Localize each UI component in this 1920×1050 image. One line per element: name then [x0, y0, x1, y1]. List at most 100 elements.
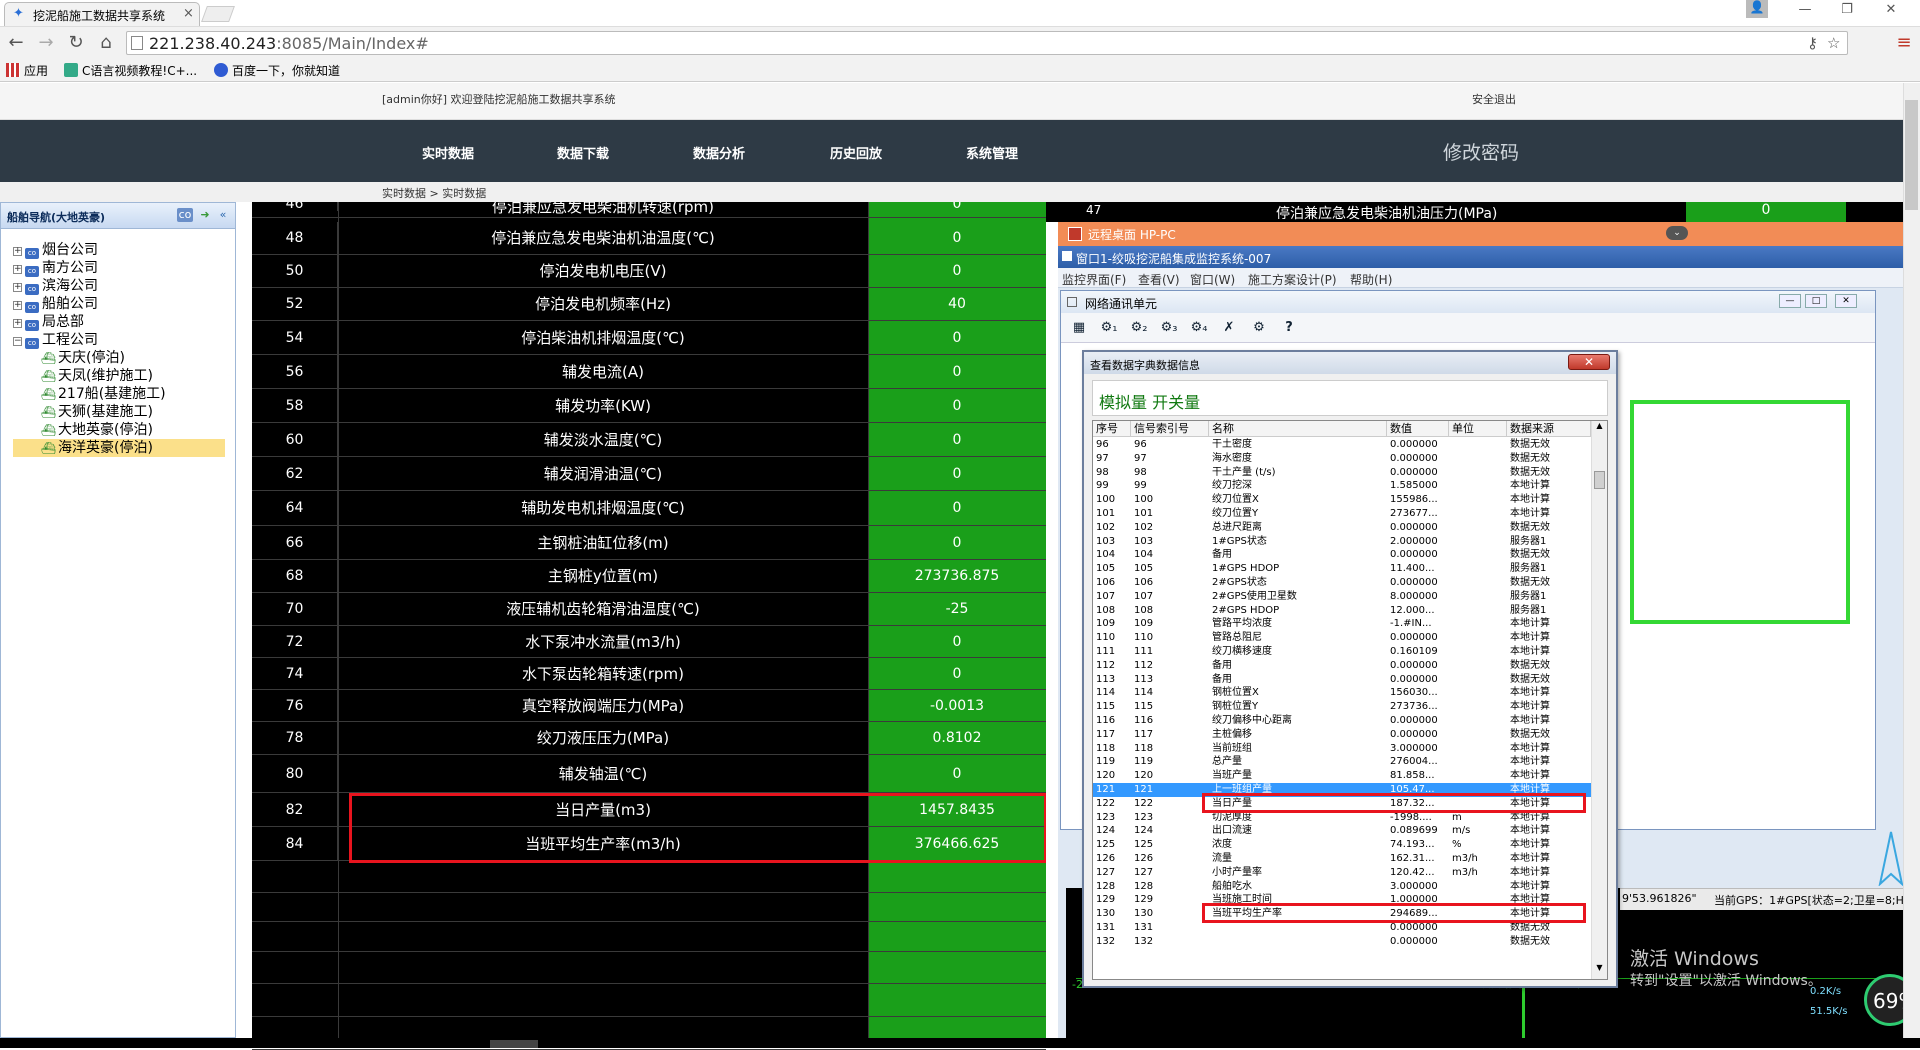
list-row[interactable]: 102 102 总进尺距离 0.000000 数据无效 — [1093, 521, 1591, 535]
new-tab-button[interactable] — [201, 6, 235, 22]
list-row[interactable]: 131 131 0.000000 数据无效 — [1093, 921, 1591, 935]
expand-icon[interactable]: + — [13, 247, 22, 256]
list-row[interactable]: 99 99 绞刀挖深 1.585000 本地计算 — [1093, 479, 1591, 493]
tree-ship-haiyang-selected[interactable]: ⛴ 海洋英豪(停泊) — [13, 439, 225, 457]
page-scrollbar[interactable] — [1903, 83, 1920, 1048]
list-row[interactable]: 112 112 备用 0.000000 数据无效 — [1093, 659, 1591, 673]
analog-switch-tabs[interactable]: 模拟量 开关量 — [1099, 389, 1200, 413]
tree-node-nanfang[interactable]: + co 南方公司 — [13, 259, 98, 277]
home-icon[interactable]: ⌂ — [94, 31, 118, 55]
expand-icon[interactable]: + — [13, 265, 22, 274]
key-icon[interactable]: ⚷ — [1807, 34, 1818, 52]
collapse-node-icon[interactable]: − — [13, 337, 22, 346]
url-field[interactable]: 221.238.40.243:8085/Main/Index# ⚷ ☆ — [126, 31, 1848, 55]
list-row[interactable]: 113 113 备用 0.000000 数据无效 — [1093, 673, 1591, 687]
ship-1-icon[interactable]: ⚙₁ — [1097, 317, 1121, 339]
close-icon[interactable]: ✕ — [1835, 294, 1857, 308]
minimize-icon[interactable]: — — [1779, 294, 1801, 308]
scroll-up-icon[interactable]: ▲ — [1592, 421, 1607, 435]
ship-4-icon[interactable]: ⚙₄ — [1187, 317, 1211, 339]
app-menu-view[interactable]: 查看(V) — [1138, 271, 1180, 288]
settings-gear-icon[interactable]: ⚙ — [1247, 317, 1271, 339]
list-row[interactable]: 116 116 绞刀偏移中心距离 0.000000 本地计算 — [1093, 714, 1591, 728]
tree-node-yantai[interactable]: + co 烟台公司 — [13, 241, 98, 259]
list-row[interactable]: 124 124 出口流速 0.089699 m/s 本地计算 — [1093, 824, 1591, 838]
bookmark-baidu[interactable]: 百度一下，你就知道 — [214, 62, 340, 79]
list-row[interactable]: 109 109 管路平均浓度 -1.#IN... 本地计算 — [1093, 617, 1591, 631]
tree-ship-dadi[interactable]: ⛴ 大地英豪(停泊) — [41, 421, 153, 439]
list-row[interactable]: 104 104 备用 0.000000 数据无效 — [1093, 548, 1591, 562]
disconnect-icon[interactable]: ✗ — [1217, 317, 1241, 339]
close-window-icon[interactable]: ✕ — [1872, 2, 1910, 22]
app-menu-window[interactable]: 窗口(W) — [1190, 271, 1235, 288]
list-row[interactable]: 119 119 总产量 276004... 本地计算 — [1093, 755, 1591, 769]
forward-icon[interactable]: → — [34, 31, 58, 55]
restore-icon[interactable]: ❐ — [1828, 2, 1866, 22]
expand-icon[interactable]: + — [13, 283, 22, 292]
app-menu-monitor[interactable]: 监控界面(F) — [1062, 271, 1126, 288]
list-column-header[interactable]: 名称 — [1209, 421, 1387, 437]
menu-data-analysis[interactable]: 数据分析 — [693, 143, 745, 162]
ship-2-icon[interactable]: ⚙₂ — [1127, 317, 1151, 339]
list-row[interactable]: 118 118 当前班组 3.000000 本地计算 — [1093, 742, 1591, 756]
list-row[interactable]: 98 98 干土产量 (t/s) 0.000000 数据无效 — [1093, 466, 1591, 480]
list-row[interactable]: 132 132 0.000000 数据无效 — [1093, 935, 1591, 949]
tree-node-chuanbo[interactable]: + co 船舶公司 — [13, 295, 98, 313]
collapse-icon[interactable]: « — [215, 208, 231, 222]
list-row[interactable]: 125 125 浓度 74.193...% 本地计算 — [1093, 838, 1591, 852]
list-column-header[interactable]: 单位 — [1449, 421, 1507, 437]
list-row[interactable]: 96 96 干土密度 0.000000 数据无效 — [1093, 438, 1591, 452]
list-row[interactable]: 128 128 船舶吃水 3.000000 本地计算 — [1093, 880, 1591, 894]
list-row[interactable]: 103 103 1#GPS状态 2.000000 服务器1 — [1093, 535, 1591, 549]
ship-3-icon[interactable]: ⚙₃ — [1157, 317, 1181, 339]
close-icon[interactable]: ✕ — [1568, 354, 1610, 370]
menu-system-management[interactable]: 系统管理 — [966, 143, 1018, 162]
minimize-icon[interactable]: — — [1786, 2, 1824, 22]
tree-ship-tianshi[interactable]: ⛴ 天狮(基建施工) — [41, 403, 153, 421]
chevron-down-icon[interactable]: ⌄ — [1666, 226, 1688, 240]
list-row[interactable]: 100 100 绞刀位置X 155986... 本地计算 — [1093, 493, 1591, 507]
list-row[interactable]: 105 105 1#GPS HDOP 11.400... 服务器1 — [1093, 562, 1591, 576]
maximize-icon[interactable]: □ — [1805, 294, 1827, 308]
help-question-icon[interactable]: ? — [1277, 317, 1301, 339]
list-row[interactable]: 126 126 流量 162.31... m3/h 本地计算 — [1093, 852, 1591, 866]
tree-ship-tianfeng[interactable]: ⛴ 天凤(维护施工) — [41, 367, 153, 385]
reload-icon[interactable]: ↻ — [64, 31, 88, 55]
browser-tab[interactable]: ✦ 挖泥船施工数据共享系统 × — [4, 2, 200, 26]
horizontal-scroll-thumb[interactable] — [490, 1040, 538, 1048]
tree-node-binhai[interactable]: + co 滨海公司 — [13, 277, 98, 295]
tree-node-gongcheng[interactable]: − co 工程公司 — [13, 331, 98, 349]
dictionary-list[interactable]: 序号 信号索引号 名称 数值 单位 数据来源 96 96 干土密度 0.000000 数据无效 97… — [1092, 420, 1608, 980]
scroll-down-icon[interactable]: ▼ — [1592, 963, 1607, 977]
user-profile-icon[interactable]: 👤 — [1746, 0, 1768, 18]
scroll-thumb[interactable] — [1594, 471, 1605, 489]
list-row[interactable]: 127 127 小时产量率 120.42... m3/h 本地计算 — [1093, 866, 1591, 880]
refresh-arrow-icon[interactable]: ➜ — [197, 208, 213, 222]
list-column-header[interactable]: 序号 — [1093, 421, 1131, 437]
list-row[interactable]: 111 111 绞刀横移速度 0.160109 本地计算 — [1093, 645, 1591, 659]
list-row[interactable]: 101 101 绞刀位置Y 273677... 本地计算 — [1093, 507, 1591, 521]
list-row[interactable]: 117 117 主桩偏移 0.000000 数据无效 — [1093, 728, 1591, 742]
menu-realtime-data[interactable]: 实时数据 — [422, 143, 474, 162]
list-row[interactable]: 97 97 海水密度 0.000000 数据无效 — [1093, 452, 1591, 466]
tree-ship-tianqing[interactable]: ⛴ 天庆(停泊) — [41, 349, 125, 367]
grid-table-icon[interactable]: ▦ — [1067, 317, 1091, 339]
tab-close-icon[interactable]: × — [183, 6, 194, 21]
app-menu-plan[interactable]: 施工方案设计(P) — [1248, 271, 1337, 288]
bookmark-apps[interactable]: 应用 — [6, 62, 48, 79]
menu-data-download[interactable]: 数据下载 — [557, 143, 609, 162]
tree-ship-217[interactable]: ⛴ 217船(基建施工) — [41, 385, 166, 403]
list-column-header[interactable]: 数值 — [1387, 421, 1449, 437]
list-row[interactable]: 110 110 管路总阻尼 0.000000 本地计算 — [1093, 631, 1591, 645]
page-scroll-thumb[interactable] — [1905, 100, 1918, 210]
list-row[interactable]: 106 106 2#GPS状态 0.000000 数据无效 — [1093, 576, 1591, 590]
list-column-header[interactable]: 信号索引号 — [1131, 421, 1209, 437]
expand-icon[interactable]: + — [13, 319, 22, 328]
list-scrollbar[interactable]: ▲ ▼ — [1591, 421, 1607, 979]
list-row[interactable]: 115 115 钢桩位置Y 273736... 本地计算 — [1093, 700, 1591, 714]
list-column-header[interactable]: 数据来源 — [1507, 421, 1591, 437]
co-toggle-icon[interactable]: co — [177, 208, 193, 222]
expand-icon[interactable]: + — [13, 301, 22, 310]
menu-icon[interactable]: ≡ — [1892, 31, 1916, 55]
list-row[interactable]: 114 114 钢桩位置X 156030... 本地计算 — [1093, 686, 1591, 700]
